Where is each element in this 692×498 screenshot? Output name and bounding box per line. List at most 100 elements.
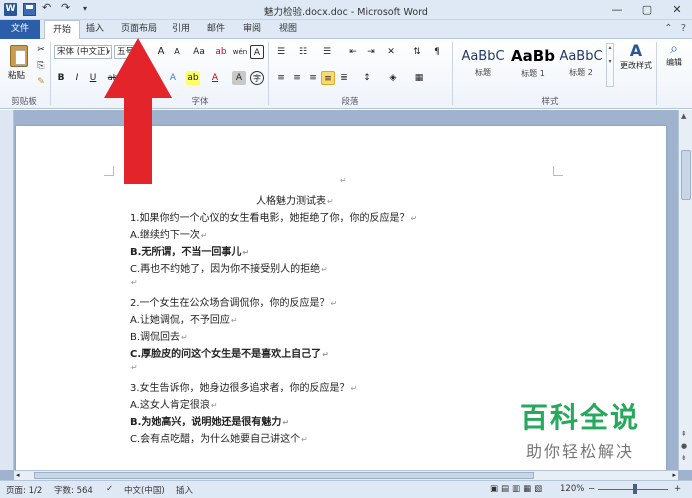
style-heading-2[interactable]: AaBbC 标题 2 [556,43,606,87]
scroll-up-icon[interactable]: ▲ [681,112,686,120]
justify-icon[interactable]: ≡ [321,71,335,85]
document-line[interactable]: 2.一个女生在公众场合调侃你，你的反应是？↵ [130,294,337,309]
change-case-button[interactable]: Aa [190,45,208,59]
empty-line[interactable]: ↵ [130,362,138,373]
align-left-icon[interactable]: ≡ [274,71,288,85]
bold-button[interactable]: B [54,71,68,85]
vertical-ruler [0,110,14,470]
tab-view[interactable]: 视图 [271,20,305,39]
empty-line[interactable]: ↵ [130,277,138,288]
phonetic-guide-button[interactable]: wén [232,45,248,59]
line-text: B.无所谓，不当一回事儿 [130,247,242,258]
sort-icon[interactable]: ⇅ [410,45,424,59]
language[interactable]: 中文(中国) [124,484,165,496]
paragraph-mark: ↵ [210,401,218,410]
cut-icon[interactable]: ✂ [34,43,48,57]
increase-indent-icon[interactable]: ⇥ [364,45,378,59]
tab-review[interactable]: 审阅 [235,20,269,39]
tab-home[interactable]: 开始 [44,20,81,40]
line-text: C.再也不约她了，因为你不接受别人的拒绝 [130,264,321,275]
italic-button[interactable]: I [70,71,84,85]
view-buttons[interactable]: ▣▤▥▦▧ [490,484,545,494]
enclose-characters-button[interactable]: 字 [250,71,264,85]
paragraph-mark: ↵ [131,278,138,287]
document-line[interactable]: B.无所谓，不当一回事儿↵ [130,243,249,258]
style-title[interactable]: AaBbC 标题 [458,43,508,87]
distribute-icon[interactable]: ≣ [337,71,351,85]
document-line[interactable]: C.厚脸皮的问这个女生是不是喜欢上自己了↵ [130,345,329,360]
font-color-button[interactable]: A [208,71,222,85]
document-line[interactable]: C.再也不约她了，因为你不接受别人的拒绝↵ [130,260,328,275]
highlight-button[interactable]: ab [186,71,200,85]
scroll-thumb[interactable] [681,150,691,200]
character-shading-button[interactable]: A [232,71,246,85]
clipboard-group-label: 剪贴板 [11,97,37,107]
document-line[interactable]: A.继续约下一次↵ [130,226,208,241]
zoom-slider-thumb[interactable] [633,484,637,494]
crop-mark [553,166,563,176]
document-line[interactable]: 3.女生告诉你，她身边很多追求者，你的反应是？↵ [130,379,357,394]
bullets-icon[interactable]: ☰ [274,45,288,59]
minimize-ribbon-icon[interactable]: ⌃ [664,23,672,34]
editing-button[interactable]: ⌕ 编辑 [660,41,688,68]
styles-scroll[interactable]: ▴ ▾ [606,43,614,87]
paragraph-group-label: 段落 [341,97,359,107]
paragraph-mark: ↵ [230,316,238,325]
tab-file[interactable]: 文件 [0,20,40,39]
paragraph-mark: ↵ [340,176,347,185]
chinese-layout-icon[interactable]: ✕ [384,45,398,59]
document-line[interactable]: B.调侃回去↵ [130,328,188,343]
decrease-indent-icon[interactable]: ⇤ [346,45,360,59]
close-button[interactable]: ✕ [662,0,692,20]
proofing-icon[interactable]: ✓ [106,484,113,494]
style-name: 标题 2 [569,68,593,77]
document-line[interactable]: A.让她调侃，不予回应↵ [130,311,238,326]
browse-object-icon[interactable]: ● [681,442,687,450]
document-line[interactable]: A.这女人肯定很浪↵ [130,396,218,411]
paragraph-mark: ↵ [181,333,188,342]
multilevel-list-icon[interactable]: ☰ [320,45,334,59]
scroll-left-icon[interactable]: ◂ [16,471,20,479]
paragraph-mark: ↵ [242,248,250,257]
style-sample: AaBb [511,47,555,65]
maximize-button[interactable]: ▢ [632,0,662,20]
shading-icon[interactable]: ◈ [386,71,400,85]
insert-mode[interactable]: 插入 [176,484,193,496]
document-line[interactable]: B.为她高兴，说明她还是很有魅力↵ [130,413,289,428]
align-center-icon[interactable]: ≡ [290,71,304,85]
horizontal-scroll-thumb[interactable] [34,472,534,479]
underline-button[interactable]: U [86,71,100,85]
format-painter-icon[interactable]: ✎ [34,75,48,89]
vertical-scrollbar[interactable]: ▲ ⇞ ● ⇟ [678,110,692,470]
clear-format-button[interactable]: ab [214,45,228,59]
line-spacing-icon[interactable]: ↕ [360,71,374,85]
line-text: A.继续约下一次 [130,230,200,241]
document-line[interactable]: C.会有点吃醋，为什么她要自己讲这个↵ [130,430,308,445]
document-line[interactable]: 1.如果你约一个心仪的女生看电影，她拒绝了你，你的反应是？↵ [130,209,417,224]
paste-button[interactable] [8,43,30,71]
prev-page-icon[interactable]: ⇞ [681,430,687,438]
zoom-out-icon[interactable]: − [588,484,595,494]
word-count[interactable]: 字数: 564 [54,484,93,496]
page-count[interactable]: 页面: 1/2 [6,484,42,496]
styles-group-label: 样式 [541,97,559,107]
borders-icon[interactable]: ▦ [412,71,426,85]
document-heading[interactable]: 人格魅力测试表↵ [256,192,334,207]
numbering-icon[interactable]: ☷ [296,45,310,59]
divider [656,42,657,105]
style-heading-1[interactable]: AaBb 标题 1 [508,43,558,87]
scroll-right-icon[interactable]: ▸ [672,471,676,479]
tab-mailings[interactable]: 邮件 [199,20,233,39]
line-text: A.让她调侃，不予回应 [130,315,230,326]
minimize-button[interactable]: — [602,0,632,20]
character-border-button[interactable]: A [250,45,264,59]
line-text: B.调侃回去 [130,332,181,343]
align-right-icon[interactable]: ≡ [306,71,320,85]
help-icon[interactable]: ? [681,23,686,34]
zoom-level[interactable]: 120% [560,484,584,494]
zoom-in-icon[interactable]: + [674,484,681,494]
next-page-icon[interactable]: ⇟ [681,454,687,462]
show-marks-icon[interactable]: ¶ [430,45,444,59]
copy-icon[interactable]: ⎘ [34,59,48,73]
change-styles-button[interactable]: A 更改样式 [618,41,654,71]
